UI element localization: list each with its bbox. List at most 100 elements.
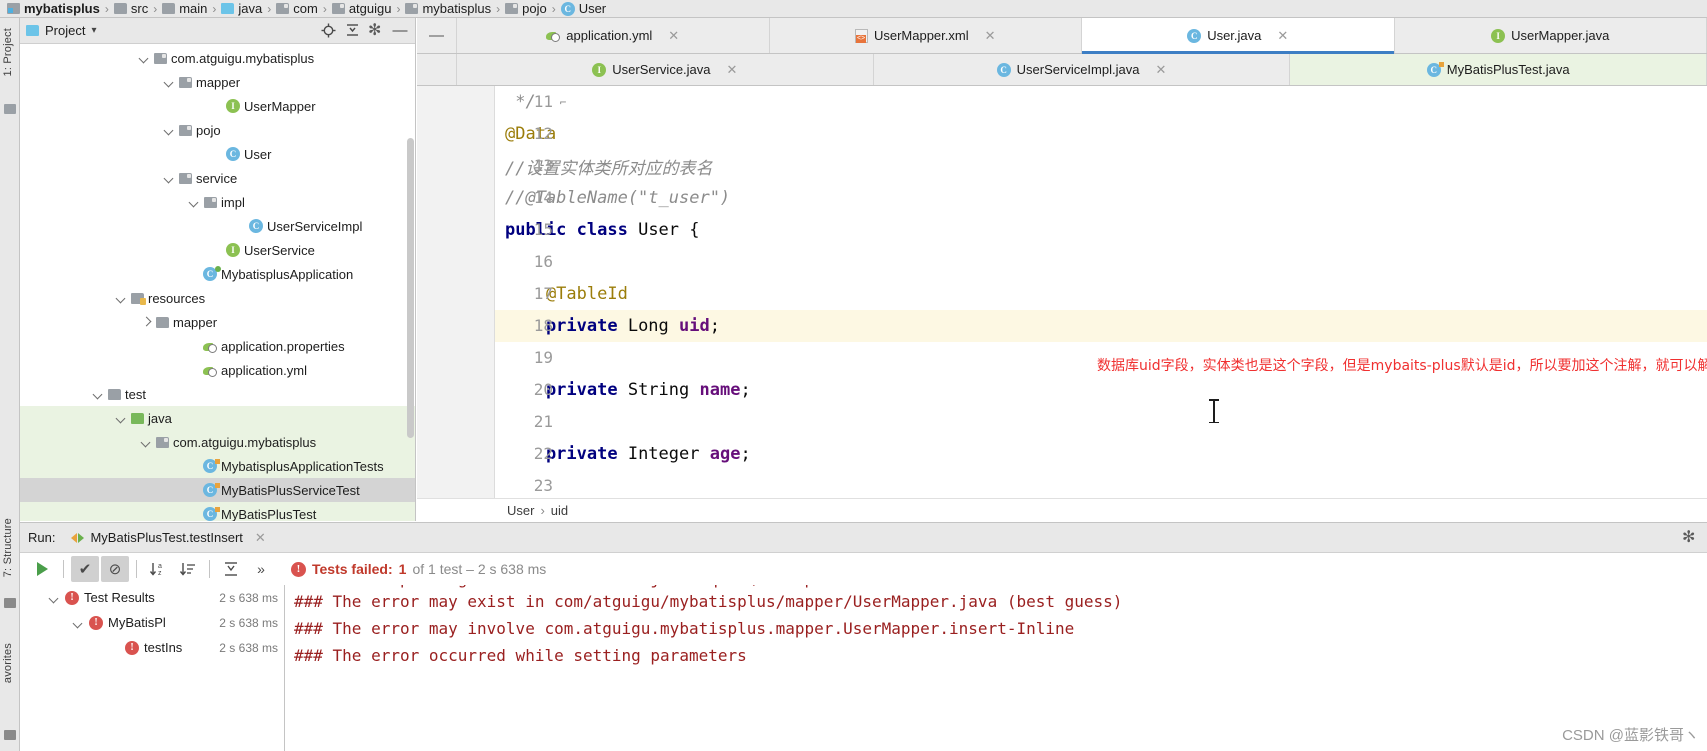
breadcrumb-item-main[interactable]: main — [159, 1, 210, 16]
code-line-11[interactable]: 11 ⌐ */ — [495, 86, 1707, 118]
chevron-down-icon[interactable] — [72, 617, 84, 629]
expand-collapse-button[interactable] — [217, 556, 245, 582]
breadcrumb-item-atguigu[interactable]: atguigu — [329, 1, 395, 16]
editor-breadcrumb-field[interactable]: uid — [551, 503, 568, 518]
tree-node-java[interactable]: java — [20, 406, 415, 430]
gear-icon[interactable] — [367, 20, 385, 40]
tree-node-mybatisplusapplicationtests[interactable]: C MybatisplusApplicationTests — [20, 454, 415, 478]
chevron-down-icon[interactable] — [188, 196, 200, 208]
chevron-down-icon[interactable]: ▾ — [91, 25, 96, 36]
close-icon[interactable]: ✕ — [255, 530, 266, 546]
editor-breadcrumb-class[interactable]: User — [507, 503, 534, 518]
tree-node-resources[interactable]: resources — [20, 286, 415, 310]
code-line-20[interactable]: 20 private String name; — [495, 374, 1707, 406]
collapse-editor-button[interactable]: — — [417, 18, 457, 53]
test-tree-node-test-results[interactable]: ! Test Results 2 s 638 ms — [20, 585, 284, 610]
chevron-down-icon[interactable] — [115, 412, 127, 424]
tree-node-test[interactable]: test — [20, 382, 415, 406]
editor-tab-usermapper-xml[interactable]: UserMapper.xml ✕ — [770, 18, 1082, 53]
tree-node-application-yml[interactable]: application.yml — [20, 358, 415, 382]
code-line-22[interactable]: 22 private Integer age; — [495, 438, 1707, 470]
chevron-down-icon[interactable] — [163, 124, 175, 136]
chevron-down-icon[interactable] — [48, 592, 60, 604]
test-tree-node-mybatispl[interactable]: ! MyBatisPl 2 s 638 ms — [20, 610, 284, 635]
editor-tab-user-java[interactable]: C User.java ✕ — [1082, 18, 1395, 54]
show-ignored-toggle[interactable]: ⊘ — [101, 556, 129, 582]
console-output[interactable]: ### Error updating database. Cause: java… — [286, 585, 1707, 751]
code-editor[interactable]: 11 ⌐ */12 @Data 13//设置实体类所对应的表名 14//@TableNa… — [417, 86, 1707, 498]
tree-node-userservice[interactable]: I UserService — [20, 238, 415, 262]
tree-node-pojo[interactable]: pojo — [20, 118, 415, 142]
code-line-13[interactable]: 13//设置实体类所对应的表名 — [495, 150, 1707, 182]
favorites-strip-icon[interactable] — [4, 730, 16, 740]
tree-node-mybatisplusservicetest[interactable]: C MyBatisPlusServiceTest — [20, 478, 415, 502]
editor-tab-userservice-java[interactable]: I UserService.java ✕ — [457, 54, 874, 85]
tree-node-impl[interactable]: impl — [20, 190, 415, 214]
breadcrumb-item-pojo[interactable]: pojo — [502, 1, 550, 16]
editor-gutter[interactable] — [417, 86, 495, 498]
chevron-down-icon[interactable] — [163, 76, 175, 88]
test-tree-node-testins[interactable]: ! testIns 2 s 638 ms — [20, 635, 284, 660]
tree-node-userserviceimpl[interactable]: C UserServiceImpl — [20, 214, 415, 238]
code-line-21[interactable]: 21 — [495, 406, 1707, 438]
code-line-14[interactable]: 14//@TableName("t_user") — [495, 182, 1707, 214]
close-icon[interactable]: ✕ — [727, 62, 738, 78]
tree-node-label: UserService — [244, 242, 315, 258]
close-icon[interactable]: ✕ — [1155, 62, 1166, 78]
tool-tab-structure[interactable]: 7: Structure — [2, 518, 14, 577]
chevron-right-icon[interactable] — [140, 316, 152, 328]
sort-alphabetically-button[interactable]: az — [144, 556, 172, 582]
locate-file-icon[interactable] — [319, 22, 337, 40]
chevron-down-icon[interactable] — [163, 172, 175, 184]
breadcrumb-item-mybatisplus[interactable]: mybatisplus — [402, 1, 494, 16]
breadcrumb-item-java[interactable]: java — [218, 1, 265, 16]
editor-tab-userserviceimpl-java[interactable]: C UserServiceImpl.java ✕ — [874, 54, 1291, 85]
chevron-down-icon[interactable] — [92, 388, 104, 400]
code-line-18[interactable]: 18 private Long uid; — [495, 310, 1707, 342]
code-line-17[interactable]: 17 @TableId — [495, 278, 1707, 310]
close-icon[interactable]: ✕ — [668, 28, 679, 44]
chevron-down-icon[interactable] — [140, 436, 152, 448]
more-options-button[interactable]: » — [247, 556, 275, 582]
hide-panel-icon[interactable]: — — [391, 22, 409, 40]
code-line-16[interactable]: 16 — [495, 246, 1707, 278]
breadcrumb-item-src[interactable]: src — [111, 1, 151, 16]
code-fold-icon[interactable]: ⌐ — [557, 86, 569, 118]
breadcrumb-item-user[interactable]: C User — [558, 1, 609, 16]
tree-node-user[interactable]: C User — [20, 142, 415, 166]
project-strip-icon[interactable] — [4, 104, 16, 114]
tree-node-com-atguigu-mybatisplus[interactable]: com.atguigu.mybatisplus — [20, 46, 415, 70]
code-line-15[interactable]: 15 public class User { — [495, 214, 1707, 246]
code-line-23[interactable]: 23 — [495, 470, 1707, 498]
breadcrumb-item-mybatisplus[interactable]: mybatisplus — [4, 1, 103, 16]
code-lines[interactable]: 11 ⌐ */12 @Data 13//设置实体类所对应的表名 14//@TableNa… — [495, 86, 1707, 498]
tool-tab-project[interactable]: 1: Project — [2, 28, 14, 76]
tree-node-mapper[interactable]: mapper — [20, 310, 415, 334]
show-passed-toggle[interactable]: ✔ — [71, 556, 99, 582]
sort-by-duration-button[interactable] — [174, 556, 202, 582]
structure-strip-icon[interactable] — [4, 598, 16, 608]
project-tree-scrollbar[interactable] — [407, 138, 414, 438]
collapse-all-icon[interactable] — [343, 22, 361, 40]
tree-node-com-atguigu-mybatisplus[interactable]: com.atguigu.mybatisplus — [20, 430, 415, 454]
chevron-down-icon[interactable] — [138, 52, 150, 64]
code-line-12[interactable]: 12 @Data — [495, 118, 1707, 150]
tree-node-application-properties[interactable]: application.properties — [20, 334, 415, 358]
tree-node-service[interactable]: service — [20, 166, 415, 190]
rerun-tests-button[interactable] — [28, 556, 56, 582]
tree-node-mapper[interactable]: mapper — [20, 70, 415, 94]
tree-node-usermapper[interactable]: I UserMapper — [20, 94, 415, 118]
tool-tab-favorites[interactable]: avorites — [2, 643, 14, 683]
editor-tab-mybatisplustest-java[interactable]: C MyBatisPlusTest.java — [1290, 54, 1707, 85]
run-config-tab[interactable]: MyBatisPlusTest.testInsert ✕ — [65, 526, 271, 550]
tree-node-label: User — [244, 146, 272, 162]
breadcrumb-item-com[interactable]: com — [273, 1, 321, 16]
tree-node-mybatisplusapplication[interactable]: C MybatisplusApplication — [20, 262, 415, 286]
close-icon[interactable]: ✕ — [1277, 28, 1288, 44]
run-settings-gear-icon[interactable] — [1681, 527, 1699, 547]
editor-tab-usermapper-java[interactable]: I UserMapper.java — [1395, 18, 1707, 53]
editor-tab-application-yml[interactable]: application.yml ✕ — [457, 18, 770, 53]
close-icon[interactable]: ✕ — [985, 28, 996, 44]
chevron-down-icon[interactable] — [115, 292, 127, 304]
tree-node-mybatisplustest[interactable]: C MyBatisPlusTest — [20, 502, 415, 521]
